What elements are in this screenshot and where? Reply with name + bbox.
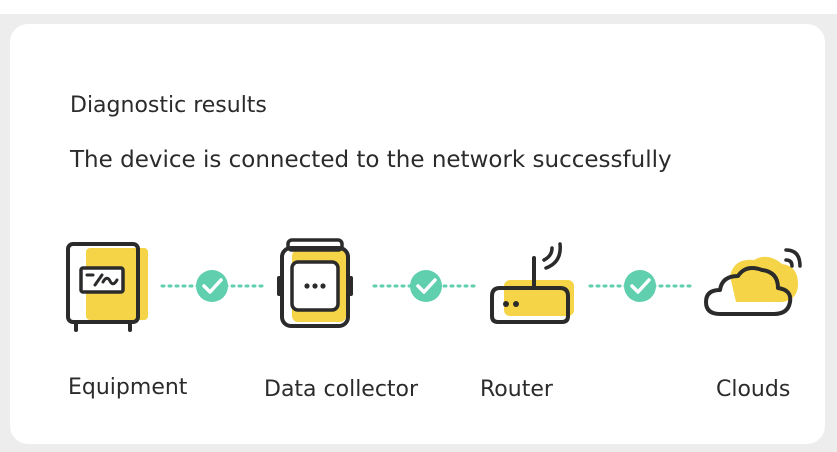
node-label-router: Router [480, 377, 553, 402]
data-collector-icon [277, 238, 353, 328]
check-circle-icon [196, 270, 228, 302]
inverter-icon [66, 242, 148, 332]
link-equipment-collector [160, 270, 266, 302]
link-collector-router [372, 270, 478, 302]
check-circle-icon [410, 270, 442, 302]
top-edge [0, 0, 837, 14]
node-label-data-collector: Data collector [264, 377, 419, 402]
router-icon [490, 242, 574, 324]
diagnostic-title: Diagnostic results [70, 93, 267, 118]
node-label-clouds: Clouds [716, 377, 791, 402]
link-router-cloud [588, 270, 694, 302]
check-circle-icon [624, 270, 656, 302]
cloud-icon [704, 248, 802, 316]
node-label-equipment: Equipment [68, 375, 188, 400]
connection-status-text: The device is connected to the network s… [70, 147, 672, 173]
